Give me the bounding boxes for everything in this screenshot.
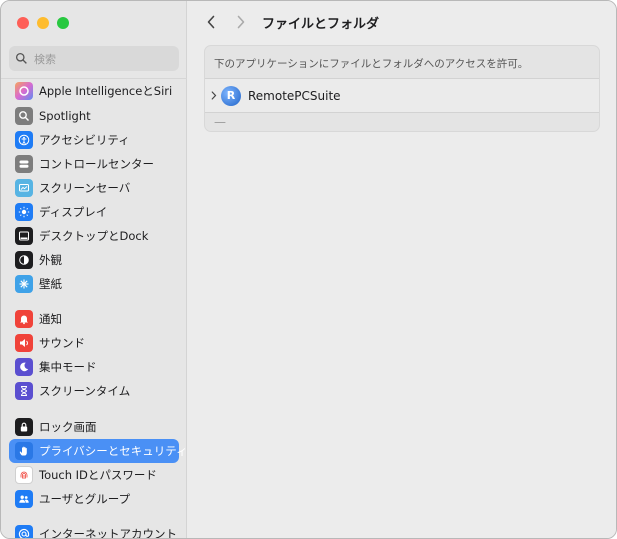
panel-description: 下のアプリケーションにファイルとフォルダへのアクセスを許可。: [214, 58, 529, 70]
users-groups-icon: [15, 490, 33, 508]
sidebar-item-label: アクセシビリティ: [39, 133, 130, 147]
internet-accounts-icon: [15, 525, 33, 538]
sidebar-item-label: スクリーンタイム: [39, 384, 131, 398]
privacy-hand-icon: [15, 442, 33, 460]
sidebar-item-label: インターネットアカウント: [39, 527, 177, 539]
back-button[interactable]: [202, 13, 220, 31]
search-icon: [15, 52, 27, 64]
app-row-remotepcsuite[interactable]: R RemotePCSuite: [205, 79, 599, 112]
minimize-button[interactable]: [37, 17, 49, 29]
sidebar-item-focus[interactable]: 集中モード: [9, 355, 179, 379]
sidebar: 検索 Apple IntelligenceとSiri Spotlight アクセ…: [1, 1, 188, 539]
sidebar-item-label: サウンド: [39, 336, 85, 350]
display-icon: [15, 203, 33, 221]
app-name: RemotePCSuite: [248, 88, 341, 103]
sidebar-item-touch-id[interactable]: Touch IDとパスワード: [9, 463, 179, 487]
apple-intelligence-icon: [15, 82, 33, 100]
sidebar-item-label: コントロールセンター: [39, 157, 154, 171]
accessibility-icon: [15, 131, 33, 149]
sidebar-item-sound[interactable]: サウンド: [9, 331, 179, 355]
sidebar-item-display[interactable]: ディスプレイ: [9, 200, 179, 224]
sidebar-item-label: 集中モード: [39, 360, 97, 374]
dock-icon: [15, 227, 33, 245]
sidebar-item-internet-accounts[interactable]: インターネットアカウント: [9, 522, 179, 539]
sidebar-item-label: Apple IntelligenceとSiri: [39, 84, 173, 98]
forward-button[interactable]: [232, 13, 250, 31]
sidebar-item-users-groups[interactable]: ユーザとグループ: [9, 487, 179, 511]
sidebar-item-label: ユーザとグループ: [39, 492, 131, 506]
zoom-button[interactable]: [57, 17, 69, 29]
screen-saver-icon: [15, 179, 33, 197]
sound-icon: [15, 334, 33, 352]
sidebar-item-label: 通知: [39, 312, 62, 326]
sidebar-item-control-center[interactable]: コントロールセンター: [9, 152, 179, 176]
screen-time-icon: [15, 382, 33, 400]
sidebar-item-lock-screen[interactable]: ロック画面: [9, 415, 179, 439]
spotlight-icon: [15, 107, 33, 125]
sidebar-item-label: Spotlight: [39, 109, 91, 123]
disclosure-chevron-icon[interactable]: [209, 91, 219, 101]
sidebar-item-wallpaper[interactable]: 壁紙: [9, 272, 179, 296]
sidebar-item-screen-saver[interactable]: スクリーンセーバ: [9, 176, 179, 200]
main-content: ファイルとフォルダ 下のアプリケーションにファイルとフォルダへのアクセスを許可。…: [188, 1, 616, 538]
sidebar-item-appearance[interactable]: 外観: [9, 248, 179, 272]
remotepcsuite-icon: R: [221, 85, 241, 106]
chevron-left-icon: [207, 15, 215, 29]
panel-divider: [205, 112, 599, 113]
search-placeholder: 検索: [34, 52, 56, 66]
wallpaper-icon: [15, 275, 33, 293]
window-controls: [17, 17, 69, 29]
sidebar-item-label: ディスプレイ: [39, 205, 108, 219]
chevron-right-icon: [237, 15, 245, 29]
control-center-icon: [15, 155, 33, 173]
sidebar-item-label: 壁紙: [39, 277, 62, 291]
sidebar-item-privacy-security[interactable]: プライバシーとセキュリティ: [9, 439, 188, 463]
sidebar-item-label: Touch IDとパスワード: [39, 468, 157, 482]
appearance-icon: [15, 251, 33, 269]
sidebar-item-label: スクリーンセーバ: [39, 181, 131, 195]
notifications-icon: [15, 310, 33, 328]
sidebar-item-label: ロック画面: [39, 420, 97, 434]
files-folders-panel: 下のアプリケーションにファイルとフォルダへのアクセスを許可。 R RemoteP…: [204, 45, 600, 132]
sidebar-item-label: 外観: [39, 253, 62, 267]
sidebar-item-apple-intelligence[interactable]: Apple IntelligenceとSiri: [9, 79, 179, 103]
sidebar-item-label: デスクトップとDock: [39, 229, 149, 243]
settings-window: 検索 Apple IntelligenceとSiri Spotlight アクセ…: [0, 0, 617, 539]
lock-screen-icon: [15, 418, 33, 436]
search-input[interactable]: 検索: [9, 46, 179, 71]
sidebar-item-label: プライバシーとセキュリティ: [39, 444, 188, 458]
sidebar-item-desktop-dock[interactable]: デスクトップとDock: [9, 224, 179, 248]
remove-button[interactable]: —: [211, 114, 229, 130]
sidebar-item-spotlight[interactable]: Spotlight: [9, 104, 179, 128]
close-button[interactable]: [17, 17, 29, 29]
sidebar-item-notifications[interactable]: 通知: [9, 307, 179, 331]
touch-id-icon: [15, 466, 33, 484]
focus-icon: [15, 358, 33, 376]
sidebar-item-accessibility[interactable]: アクセシビリティ: [9, 128, 179, 152]
sidebar-item-screen-time[interactable]: スクリーンタイム: [9, 379, 179, 403]
page-title: ファイルとフォルダ: [262, 17, 380, 32]
